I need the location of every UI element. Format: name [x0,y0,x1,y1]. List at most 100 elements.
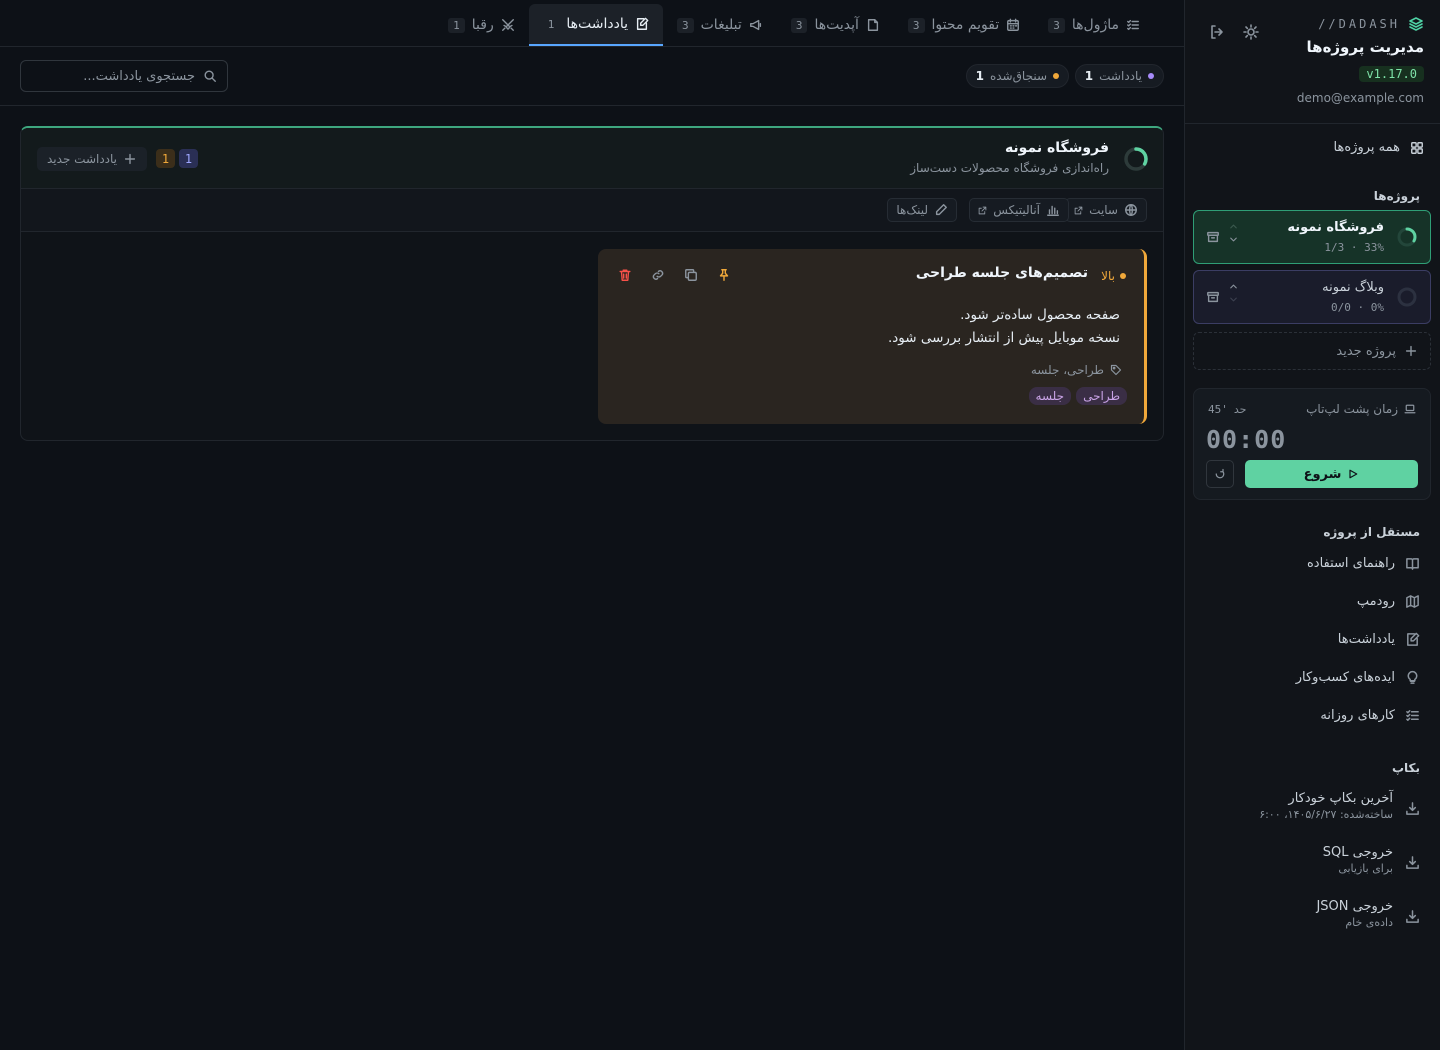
nav-guide[interactable]: راهنمای استفاده [1307,556,1420,571]
tag-pills: طراحی جلسه [1028,387,1127,405]
user-email: demo@example.com [1296,91,1424,105]
all-projects-link[interactable]: همه پروژه‌ها [1334,140,1424,155]
nav-roadmap[interactable]: رودمپ [1357,594,1420,609]
timer-title: زمان پشت لپ‌تاپ [1306,402,1416,416]
tab-notes[interactable]: یادداشت‌ها 1 [528,4,663,46]
archive-icon[interactable] [1206,230,1220,244]
project-card-shop[interactable]: فروشگاه نمونه 1/3 · 33% [1193,210,1431,264]
backup-subtitle: داده‌ی خام [1345,916,1393,929]
calendar-icon [1006,18,1020,32]
theme-toggle-button[interactable] [1241,22,1261,42]
edit-links-button[interactable]: لینک‌ها [887,198,957,222]
note-card[interactable]: بالا تصمیم‌های جلسه طراحی صفحه محصول ساد… [598,249,1147,424]
project-notes-panel: فروشگاه نمونه راه‌اندازی فروشگاه محصولات… [20,126,1164,441]
timer-start-button[interactable]: شروع [1245,460,1418,488]
layers-logo-icon [1408,16,1424,32]
tab-label: ماژول‌ها [1071,17,1119,33]
chevron-up-icon[interactable] [1228,281,1239,292]
notes-count-chip[interactable]: یادداشت 1 [1074,64,1164,88]
sidebar: //DADASH مدیریت پروژه‌ها v1.17.0 demo@ex… [1184,0,1440,1050]
tag-pill[interactable]: طراحی [1076,387,1127,405]
note-icon [635,17,649,31]
search-icon [203,69,217,83]
trash-icon[interactable] [618,268,632,282]
note-tags-line: طراحی، جلسه [1031,363,1122,377]
backup-json-export[interactable]: خروجی JSON داده‌ی خام [1316,899,1420,929]
nav-notes[interactable]: یادداشت‌ها [1338,632,1420,647]
swords-icon [501,18,515,32]
priority-badge: بالا [1101,269,1126,283]
backup-sql-export[interactable]: خروجی SQL برای بازیابی [1323,845,1420,875]
search-input[interactable] [35,68,195,84]
tab-count: 3 [907,17,925,33]
checklist-icon [1126,18,1140,32]
reorder-arrows [1228,281,1239,305]
tab-updates[interactable]: آپدیت‌ها 3 [777,4,894,46]
link-label: آنالیتیکس [993,203,1040,217]
independent-section-label: مستقل از پروژه [1323,525,1420,539]
sidebar-header: //DADASH مدیریت پروژه‌ها v1.17.0 demo@ex… [1185,0,1440,124]
timer-limit-label: حد [1233,403,1247,416]
copy-icon[interactable] [684,268,698,282]
download-icon [1405,791,1420,816]
chevron-up-icon[interactable] [1228,221,1239,232]
chevron-down-icon[interactable] [1228,294,1239,305]
progress-ring [1123,146,1149,172]
new-note-button[interactable]: یادداشت جدید [37,147,148,171]
logout-icon [1209,24,1225,40]
tab-label: تقویم محتوا [931,17,1000,33]
laptop-icon [1404,403,1416,415]
project-name: فروشگاه نمونه [1287,220,1384,235]
tab-competitors[interactable]: رقبا 1 [434,4,529,46]
logout-button[interactable] [1207,22,1227,42]
progress-ring [1396,226,1418,248]
tab-modules[interactable]: ماژول‌ها 3 [1034,4,1154,46]
globe-icon [1124,203,1138,217]
project-meta: 1/3 · 33% [1324,241,1384,254]
new-project-button[interactable]: پروژه جدید [1193,332,1431,370]
panel-title: فروشگاه نمونه [1004,140,1109,156]
timer-reset-button[interactable] [1206,460,1234,488]
pin-icon[interactable] [717,268,731,282]
archive-icon[interactable] [1206,290,1220,304]
project-card-blog[interactable]: وبلاگ نمونه 0/0 · 0% [1193,270,1431,324]
priority-label: بالا [1101,269,1115,283]
nav-daily-tasks[interactable]: کارهای روزانه [1320,708,1420,723]
nav-label: کارهای روزانه [1320,708,1395,723]
nav-label: ایده‌های کسب‌وکار [1295,670,1395,685]
brand: //DADASH [1318,16,1424,32]
link-label: لینک‌ها [896,203,928,217]
download-icon [1405,845,1420,870]
nav-label: راهنمای استفاده [1306,556,1395,571]
timer-clock: 00:00 [1206,425,1287,454]
pinned-count-chip[interactable]: سنجاق‌شده 1 [965,64,1069,88]
tab-content-calendar[interactable]: تقویم محتوا 3 [894,4,1034,46]
main-area: ماژول‌ها 3 تقویم محتوا 3 آپدیت‌ها 3 تبلی… [0,0,1184,1050]
tab-count: 3 [790,17,808,33]
backup-subtitle: برای بازیابی [1338,862,1393,875]
project-name: وبلاگ نمونه [1322,280,1384,295]
chip-count: 1 [975,69,984,83]
link-label: سایت [1089,203,1118,217]
projects-section-label: پروژه‌ها [1373,189,1420,203]
backup-auto[interactable]: آخرین بکاپ خودکار ساخته‌شده: ۱۴۰۵/۶/۲۷، … [1259,791,1420,821]
backup-subtitle: ساخته‌شده: ۱۴۰۵/۶/۲۷، ۶:۰۰ [1259,808,1393,821]
project-meta: 0/0 · 0% [1331,301,1384,314]
priority-dot [1120,273,1126,279]
megaphone-icon [749,18,763,32]
link-icon[interactable] [651,268,665,282]
analytics-link-button[interactable]: آنالیتیکس [969,198,1069,222]
chip-label: یادداشت [1099,69,1142,83]
tab-count: 3 [1048,17,1065,33]
pencil-icon [934,203,948,217]
backup-title: خروجی SQL [1322,845,1393,860]
tag-pill[interactable]: جلسه [1028,387,1072,405]
nav-business-ideas[interactable]: ایده‌های کسب‌وکار [1296,670,1420,685]
tab-label: تبلیغات [700,17,742,33]
tab-ads[interactable]: تبلیغات 3 [663,4,777,46]
start-label: شروع [1303,466,1342,482]
site-link-button[interactable]: سایت [1065,198,1147,222]
timer-limit[interactable]: حد 45' [1208,403,1246,416]
chevron-down-icon[interactable] [1228,234,1239,245]
tag-icon [1110,364,1122,376]
